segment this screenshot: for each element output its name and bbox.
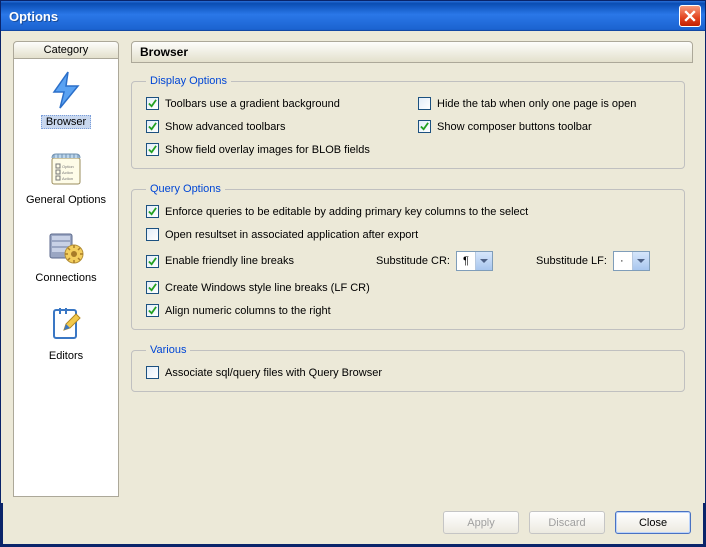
checkbox-label: Associate sql/query files with Query Bro…	[165, 367, 382, 379]
checkbox-label: Enforce queries to be editable by adding…	[165, 206, 528, 218]
options-window: Options Category Browser	[0, 0, 706, 547]
checkbox-label: Open resultset in associated application…	[165, 229, 418, 241]
composer-toolbar-checkbox[interactable]: Show composer buttons toolbar	[418, 120, 670, 133]
svg-text:Option: Option	[62, 164, 74, 169]
chevron-down-icon	[632, 252, 649, 270]
hide-tab-checkbox[interactable]: Hide the tab when only one page is open	[418, 97, 670, 110]
content-title: Browser	[131, 41, 693, 63]
checkbox-label: Toolbars use a gradient background	[165, 98, 340, 110]
discard-button[interactable]: Discard	[529, 511, 605, 534]
substitute-cr-label: Substitude CR:	[376, 255, 450, 267]
open-resultset-checkbox[interactable]: Open resultset in associated application…	[146, 228, 418, 241]
close-button[interactable]: Close	[615, 511, 691, 534]
close-icon	[684, 10, 696, 22]
align-numeric-checkbox[interactable]: Align numeric columns to the right	[146, 304, 331, 317]
category-editors[interactable]: Editors	[42, 301, 90, 365]
gradient-checkbox[interactable]: Toolbars use a gradient background	[146, 97, 398, 110]
enforce-pk-checkbox[interactable]: Enforce queries to be editable by adding…	[146, 205, 528, 218]
checkbox-label: Hide the tab when only one page is open	[437, 98, 636, 110]
checkbox-label: Enable friendly line breaks	[165, 255, 294, 267]
notepad-icon: OptionActionAction	[45, 147, 87, 189]
apply-button[interactable]: Apply	[443, 511, 519, 534]
window-title: Options	[9, 9, 679, 24]
query-options-group: Query Options Enforce queries to be edit…	[131, 183, 685, 330]
svg-text:Action: Action	[62, 176, 73, 181]
associate-files-checkbox[interactable]: Associate sql/query files with Query Bro…	[146, 366, 382, 379]
content-panel: Browser Display Options Toolbars use a g…	[131, 41, 693, 497]
select-value: ¶	[457, 255, 475, 267]
substitute-cr-control: Substitude CR: ¶	[376, 251, 516, 271]
blob-overlay-checkbox[interactable]: Show field overlay images for BLOB field…	[146, 143, 370, 156]
titlebar[interactable]: Options	[1, 1, 705, 31]
category-sidebar: Category Browser Opti	[13, 41, 119, 497]
advanced-toolbars-checkbox[interactable]: Show advanced toolbars	[146, 120, 398, 133]
checkbox-label: Show field overlay images for BLOB field…	[165, 144, 370, 156]
server-icon	[45, 225, 87, 267]
category-label: Connections	[30, 271, 101, 285]
category-label: General Options	[21, 193, 111, 207]
close-window-button[interactable]	[679, 5, 701, 27]
display-options-group: Display Options Toolbars use a gradient …	[131, 75, 685, 169]
content-body: Display Options Toolbars use a gradient …	[131, 63, 693, 497]
group-legend: Display Options	[146, 75, 231, 87]
checkbox-label: Show composer buttons toolbar	[437, 121, 592, 133]
sidebar-body: Browser OptionActionAction General Optio…	[13, 59, 119, 497]
category-connections[interactable]: Connections	[28, 223, 103, 287]
substitute-lf-select[interactable]: ·	[613, 251, 650, 271]
checkbox-label: Align numeric columns to the right	[165, 305, 331, 317]
bolt-icon	[45, 69, 87, 111]
select-value: ·	[614, 255, 632, 267]
windows-breaks-checkbox[interactable]: Create Windows style line breaks (LF CR)	[146, 281, 370, 294]
window-body: Category Browser Opti	[1, 31, 705, 503]
various-group: Various Associate sql/query files with Q…	[131, 344, 685, 392]
category-label: Browser	[41, 115, 91, 129]
friendly-breaks-checkbox[interactable]: Enable friendly line breaks	[146, 255, 356, 268]
chevron-down-icon	[475, 252, 492, 270]
substitute-lf-control: Substitude LF: ·	[536, 251, 650, 271]
category-general-options[interactable]: OptionActionAction General Options	[19, 145, 113, 209]
footer: Apply Discard Close	[1, 503, 705, 546]
substitute-lf-label: Substitude LF:	[536, 255, 607, 267]
category-browser[interactable]: Browser	[39, 67, 93, 131]
group-legend: Various	[146, 344, 190, 356]
sidebar-header: Category	[13, 41, 119, 59]
category-label: Editors	[44, 349, 88, 363]
checkbox-label: Create Windows style line breaks (LF CR)	[165, 282, 370, 294]
checkbox-label: Show advanced toolbars	[165, 121, 285, 133]
group-legend: Query Options	[146, 183, 225, 195]
substitute-cr-select[interactable]: ¶	[456, 251, 493, 271]
svg-text:Action: Action	[62, 170, 73, 175]
editor-icon	[45, 303, 87, 345]
